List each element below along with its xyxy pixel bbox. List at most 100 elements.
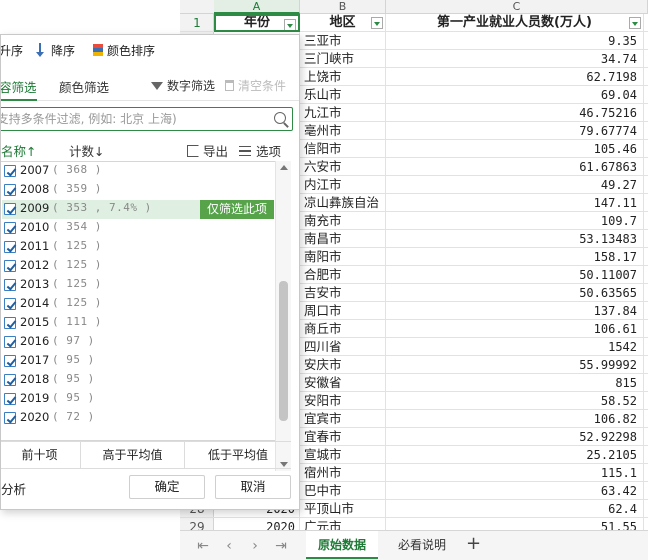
item-checkbox[interactable]: [4, 203, 16, 215]
cell-c[interactable]: 46.75216: [386, 104, 644, 122]
cancel-button[interactable]: 取消: [215, 475, 291, 499]
sort-descending-button[interactable]: 降序: [35, 41, 75, 61]
column-header-c[interactable]: C: [386, 0, 648, 14]
cell-b[interactable]: 亳州市: [300, 122, 386, 140]
cell-c[interactable]: 158.17: [386, 248, 644, 266]
cell-b[interactable]: 三亚市: [300, 32, 386, 50]
cell-b[interactable]: 九江市: [300, 104, 386, 122]
tab-color-filter[interactable]: 颜色筛选: [59, 77, 109, 101]
analyze-link[interactable]: 分析: [1, 479, 26, 498]
cell-b[interactable]: 安庆市: [300, 356, 386, 374]
list-scrollbar[interactable]: [275, 161, 291, 471]
cell-c[interactable]: 63.42: [386, 482, 644, 500]
item-checkbox[interactable]: [4, 165, 16, 177]
cell-c[interactable]: 147.11: [386, 194, 644, 212]
filter-search-input[interactable]: [1, 108, 262, 130]
cell-c[interactable]: 55.99992: [386, 356, 644, 374]
row-number[interactable]: 1: [180, 14, 214, 32]
cell-c[interactable]: 1542: [386, 338, 644, 356]
list-item[interactable]: 2020( 72 ): [2, 409, 272, 428]
cell-b[interactable]: 南阳市: [300, 248, 386, 266]
item-checkbox[interactable]: [4, 317, 16, 329]
header-cell-region[interactable]: 地区: [300, 14, 386, 32]
item-checkbox[interactable]: [4, 279, 16, 291]
item-checkbox[interactable]: [4, 374, 16, 386]
cell-b[interactable]: 安阳市: [300, 392, 386, 410]
cell-b[interactable]: 内江市: [300, 176, 386, 194]
cell-c[interactable]: 62.7198: [386, 68, 644, 86]
cell-c[interactable]: 106.82: [386, 410, 644, 428]
cell-b[interactable]: 安徽省: [300, 374, 386, 392]
list-item[interactable]: 2013( 125 ): [2, 276, 272, 295]
list-item[interactable]: 2014( 125 ): [2, 295, 272, 314]
item-checkbox[interactable]: [4, 412, 16, 424]
tab-content-filter[interactable]: 容筛选: [1, 77, 37, 101]
cell-c[interactable]: 34.74: [386, 50, 644, 68]
cell-c[interactable]: 53.13483: [386, 230, 644, 248]
cell-c[interactable]: 137.84: [386, 302, 644, 320]
cell-b[interactable]: 宜春市: [300, 428, 386, 446]
cell-b[interactable]: 周口市: [300, 302, 386, 320]
cell-c[interactable]: 69.04: [386, 86, 644, 104]
prev-sheet-icon[interactable]: ‹: [222, 537, 236, 555]
item-checkbox[interactable]: [4, 241, 16, 253]
column-header-a[interactable]: A: [214, 0, 300, 14]
below-average-button[interactable]: 低于平均值: [185, 442, 291, 468]
cell-b[interactable]: 宜宾市: [300, 410, 386, 428]
list-item[interactable]: 2015( 111 ): [2, 314, 272, 333]
cell-c[interactable]: 58.52: [386, 392, 644, 410]
cell-b[interactable]: 南充市: [300, 212, 386, 230]
cell-b[interactable]: 四川省: [300, 338, 386, 356]
filter-only-this-button[interactable]: 仅筛选此项: [200, 200, 274, 219]
last-sheet-icon[interactable]: ⇥: [274, 537, 288, 555]
cell-b[interactable]: 巴中市: [300, 482, 386, 500]
list-item[interactable]: 2011( 125 ): [2, 238, 272, 257]
cell-c[interactable]: 62.4: [386, 500, 644, 518]
cell-c[interactable]: 50.11007: [386, 266, 644, 284]
cell-c[interactable]: 61.67863: [386, 158, 644, 176]
cell-c[interactable]: 815: [386, 374, 644, 392]
header-cell-year[interactable]: 年份: [214, 14, 300, 32]
item-checkbox[interactable]: [4, 184, 16, 196]
cell-b[interactable]: 凉山彝族自治: [300, 194, 386, 212]
item-checkbox[interactable]: [4, 260, 16, 272]
next-sheet-icon[interactable]: ›: [248, 537, 262, 555]
options-button[interactable]: 选项: [239, 141, 281, 160]
item-checkbox[interactable]: [4, 298, 16, 310]
cell-b[interactable]: 乐山市: [300, 86, 386, 104]
column-header-b[interactable]: B: [300, 0, 386, 14]
item-checkbox[interactable]: [4, 336, 16, 348]
filter-dropdown-icon[interactable]: [629, 17, 641, 29]
list-item[interactable]: 2017( 95 ): [2, 352, 272, 371]
cell-b[interactable]: 平顶山市: [300, 500, 386, 518]
cell-b[interactable]: 宣城市: [300, 446, 386, 464]
list-item[interactable]: 2010( 354 ): [2, 219, 272, 238]
add-sheet-button[interactable]: +: [466, 531, 481, 559]
top-ten-button[interactable]: 前十项: [1, 442, 81, 468]
cell-c[interactable]: 9.35: [386, 32, 644, 50]
clear-conditions-button[interactable]: 清空条件: [225, 77, 286, 97]
item-checkbox[interactable]: [4, 222, 16, 234]
list-item[interactable]: 2016( 97 ): [2, 333, 272, 352]
above-average-button[interactable]: 高于平均值: [81, 442, 185, 468]
cell-b[interactable]: 南昌市: [300, 230, 386, 248]
header-cell-employment[interactable]: 第一产业就业人员数(万人): [386, 14, 644, 32]
search-icon[interactable]: [274, 112, 286, 124]
sort-ascending-button[interactable]: 升序: [1, 41, 23, 61]
scroll-thumb[interactable]: [279, 281, 288, 421]
cell-c[interactable]: 52.92298: [386, 428, 644, 446]
cell-b[interactable]: 六安市: [300, 158, 386, 176]
sort-by-count-button[interactable]: 计数↓: [69, 141, 104, 160]
list-item[interactable]: 2019( 95 ): [2, 390, 272, 409]
cell-c[interactable]: 49.27: [386, 176, 644, 194]
export-button[interactable]: 导出: [187, 141, 228, 160]
cell-c[interactable]: 106.61: [386, 320, 644, 338]
number-filter-button[interactable]: 数字筛选: [151, 77, 215, 97]
ok-button[interactable]: 确定: [129, 475, 205, 499]
list-item[interactable]: 2008( 359 ): [2, 181, 272, 200]
sheet-tab-readme[interactable]: 必看说明: [386, 531, 458, 559]
cell-b[interactable]: 吉安市: [300, 284, 386, 302]
item-checkbox[interactable]: [4, 393, 16, 405]
cell-c[interactable]: 109.7: [386, 212, 644, 230]
filter-dropdown-icon[interactable]: [371, 17, 383, 29]
